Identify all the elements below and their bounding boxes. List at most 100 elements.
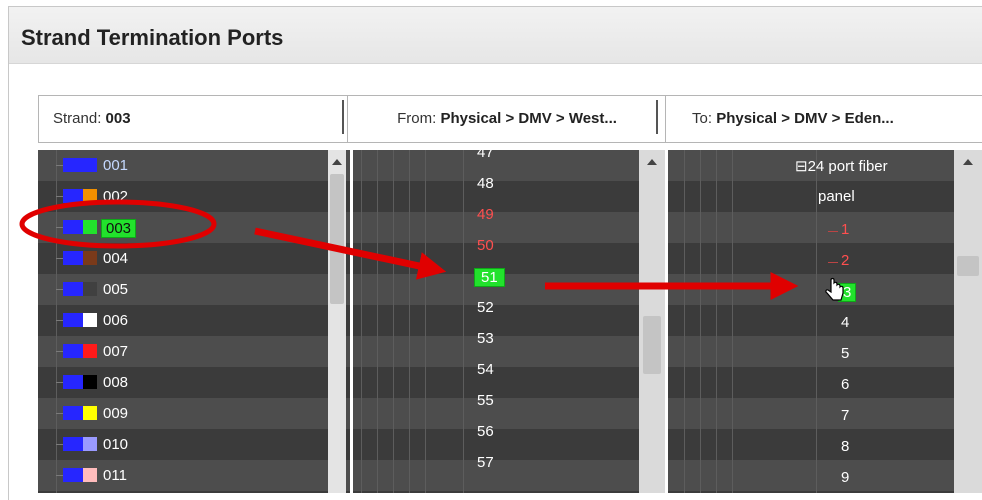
strand-row[interactable]: 010 [38,429,328,460]
tree-guide-line [425,150,426,493]
tree-connector [56,227,63,228]
to-port-item[interactable]: 6 [841,376,849,393]
tree-connector [56,351,63,352]
title-bar: Strand Termination Ports [9,7,982,64]
strand-row[interactable]: 005 [38,274,328,305]
strand-color-swatch [83,158,97,172]
to-header-value: Physical > DMV > Eden... [716,110,894,127]
tree-guide-line [463,150,464,493]
from-port-item[interactable]: 57 [477,454,494,471]
window-title: Strand Termination Ports [21,25,284,50]
to-port-item[interactable]: 2 [841,252,849,269]
strand-fiber-icon [63,406,85,420]
strand-label: 002 [103,188,129,205]
from-port-item[interactable]: 47 [477,150,494,161]
to-port-item[interactable]: 3 [838,283,857,302]
strand-color-swatch [83,189,97,203]
strand-color-swatch [83,468,97,482]
to-port-item[interactable]: 9 [841,469,849,486]
strand-row[interactable]: 006 [38,305,328,336]
from-scrollbar[interactable] [639,150,665,493]
from-port-item[interactable]: 54 [477,361,494,378]
to-port-item[interactable]: 7 [841,407,849,424]
strand-fiber-icon [63,344,85,358]
tree-connector [56,475,63,476]
strand-color-swatch [83,375,97,389]
to-port-item[interactable]: 5 [841,345,849,362]
strand-label: 011 [103,467,127,484]
tree-connector [56,165,63,166]
tree-guide-line [732,150,733,493]
from-header-value: Physical > DMV > West... [440,110,617,127]
tree-connector [56,413,63,414]
strand-color-swatch [83,406,97,420]
to-port-item[interactable]: 8 [841,438,849,455]
to-port-item[interactable]: 1 [841,221,849,238]
from-port-item[interactable]: 50 [477,237,494,254]
scroll-thumb[interactable] [643,316,661,374]
strand-color-swatch [83,344,97,358]
from-port-item[interactable]: 51 [474,268,505,287]
collapse-icon[interactable]: ⊟ [795,158,808,175]
tree-connector [56,444,63,445]
tree-connector [56,289,63,290]
strand-header-label: Strand: [53,110,106,127]
from-port-item[interactable]: 56 [477,423,494,440]
tree-guide-line [816,150,817,493]
strand-label: 006 [103,312,129,329]
scroll-thumb[interactable] [957,256,979,276]
strand-fiber-icon [63,375,85,389]
strand-row[interactable]: 002 [38,181,328,212]
strand-list[interactable]: 001 002 003 004 005 006 007 008 009 010 011 [38,150,350,493]
tree-guide-line [716,150,717,493]
to-scrollbar[interactable] [954,150,982,493]
strand-header: Strand: 003 [38,95,349,143]
scroll-up-arrow-icon[interactable] [647,159,657,165]
scroll-thumb[interactable] [330,174,344,304]
strand-label: 010 [103,436,129,453]
strand-label: 001 [103,157,129,174]
strand-row[interactable]: 004 [38,243,328,274]
strand-fiber-icon [63,189,85,203]
from-port-list[interactable]: 47 48 49 50 51 52 53 54 55 56 57 [353,150,665,493]
tree-connector [56,196,63,197]
strand-row[interactable]: 009 [38,398,328,429]
from-header[interactable]: From: Physical > DMV > West... [347,95,667,143]
to-header[interactable]: To: Physical > DMV > Eden... [665,95,982,143]
header-divider [342,100,344,134]
strand-row[interactable]: 001 [38,150,328,181]
strand-color-swatch [83,313,97,327]
panel-name-line2: panel [818,188,855,205]
strand-fiber-icon [63,158,85,172]
from-port-item[interactable]: 52 [477,299,494,316]
strand-row[interactable]: 008 [38,367,328,398]
scroll-up-arrow-icon[interactable] [963,159,973,165]
to-port-list[interactable]: ⊟24 port fiber panel 1 2 3 4 5 6 7 8 9 [668,150,982,493]
strand-fiber-icon [63,313,85,327]
strand-row[interactable]: 003 [38,212,328,243]
from-port-item[interactable]: 53 [477,330,494,347]
tree-connector [56,382,63,383]
tree-guide-line [361,150,362,493]
from-port-item[interactable]: 55 [477,392,494,409]
to-header-label: To: [692,110,717,127]
from-port-item[interactable]: 49 [477,206,494,223]
strand-row[interactable]: 007 [38,336,328,367]
tree-connector [828,231,838,232]
tree-connector [828,262,838,263]
tree-guide-line [377,150,378,493]
strand-fiber-icon [63,468,85,482]
strand-scrollbar[interactable] [328,150,346,493]
scroll-up-arrow-icon[interactable] [332,159,342,165]
tree-node-fiber-panel[interactable]: ⊟24 port fiber [795,157,888,175]
strand-label: 007 [103,343,129,360]
from-port-item[interactable]: 48 [477,175,494,192]
to-port-item[interactable]: 4 [841,314,849,331]
strand-label: 004 [103,250,129,267]
strand-row[interactable]: 011 [38,460,328,491]
strand-color-swatch [83,220,97,234]
tree-guide-line [393,150,394,493]
panel-name-line1: 24 port fiber [807,158,888,175]
tree-guide-line [409,150,410,493]
strand-label: 008 [103,374,129,391]
